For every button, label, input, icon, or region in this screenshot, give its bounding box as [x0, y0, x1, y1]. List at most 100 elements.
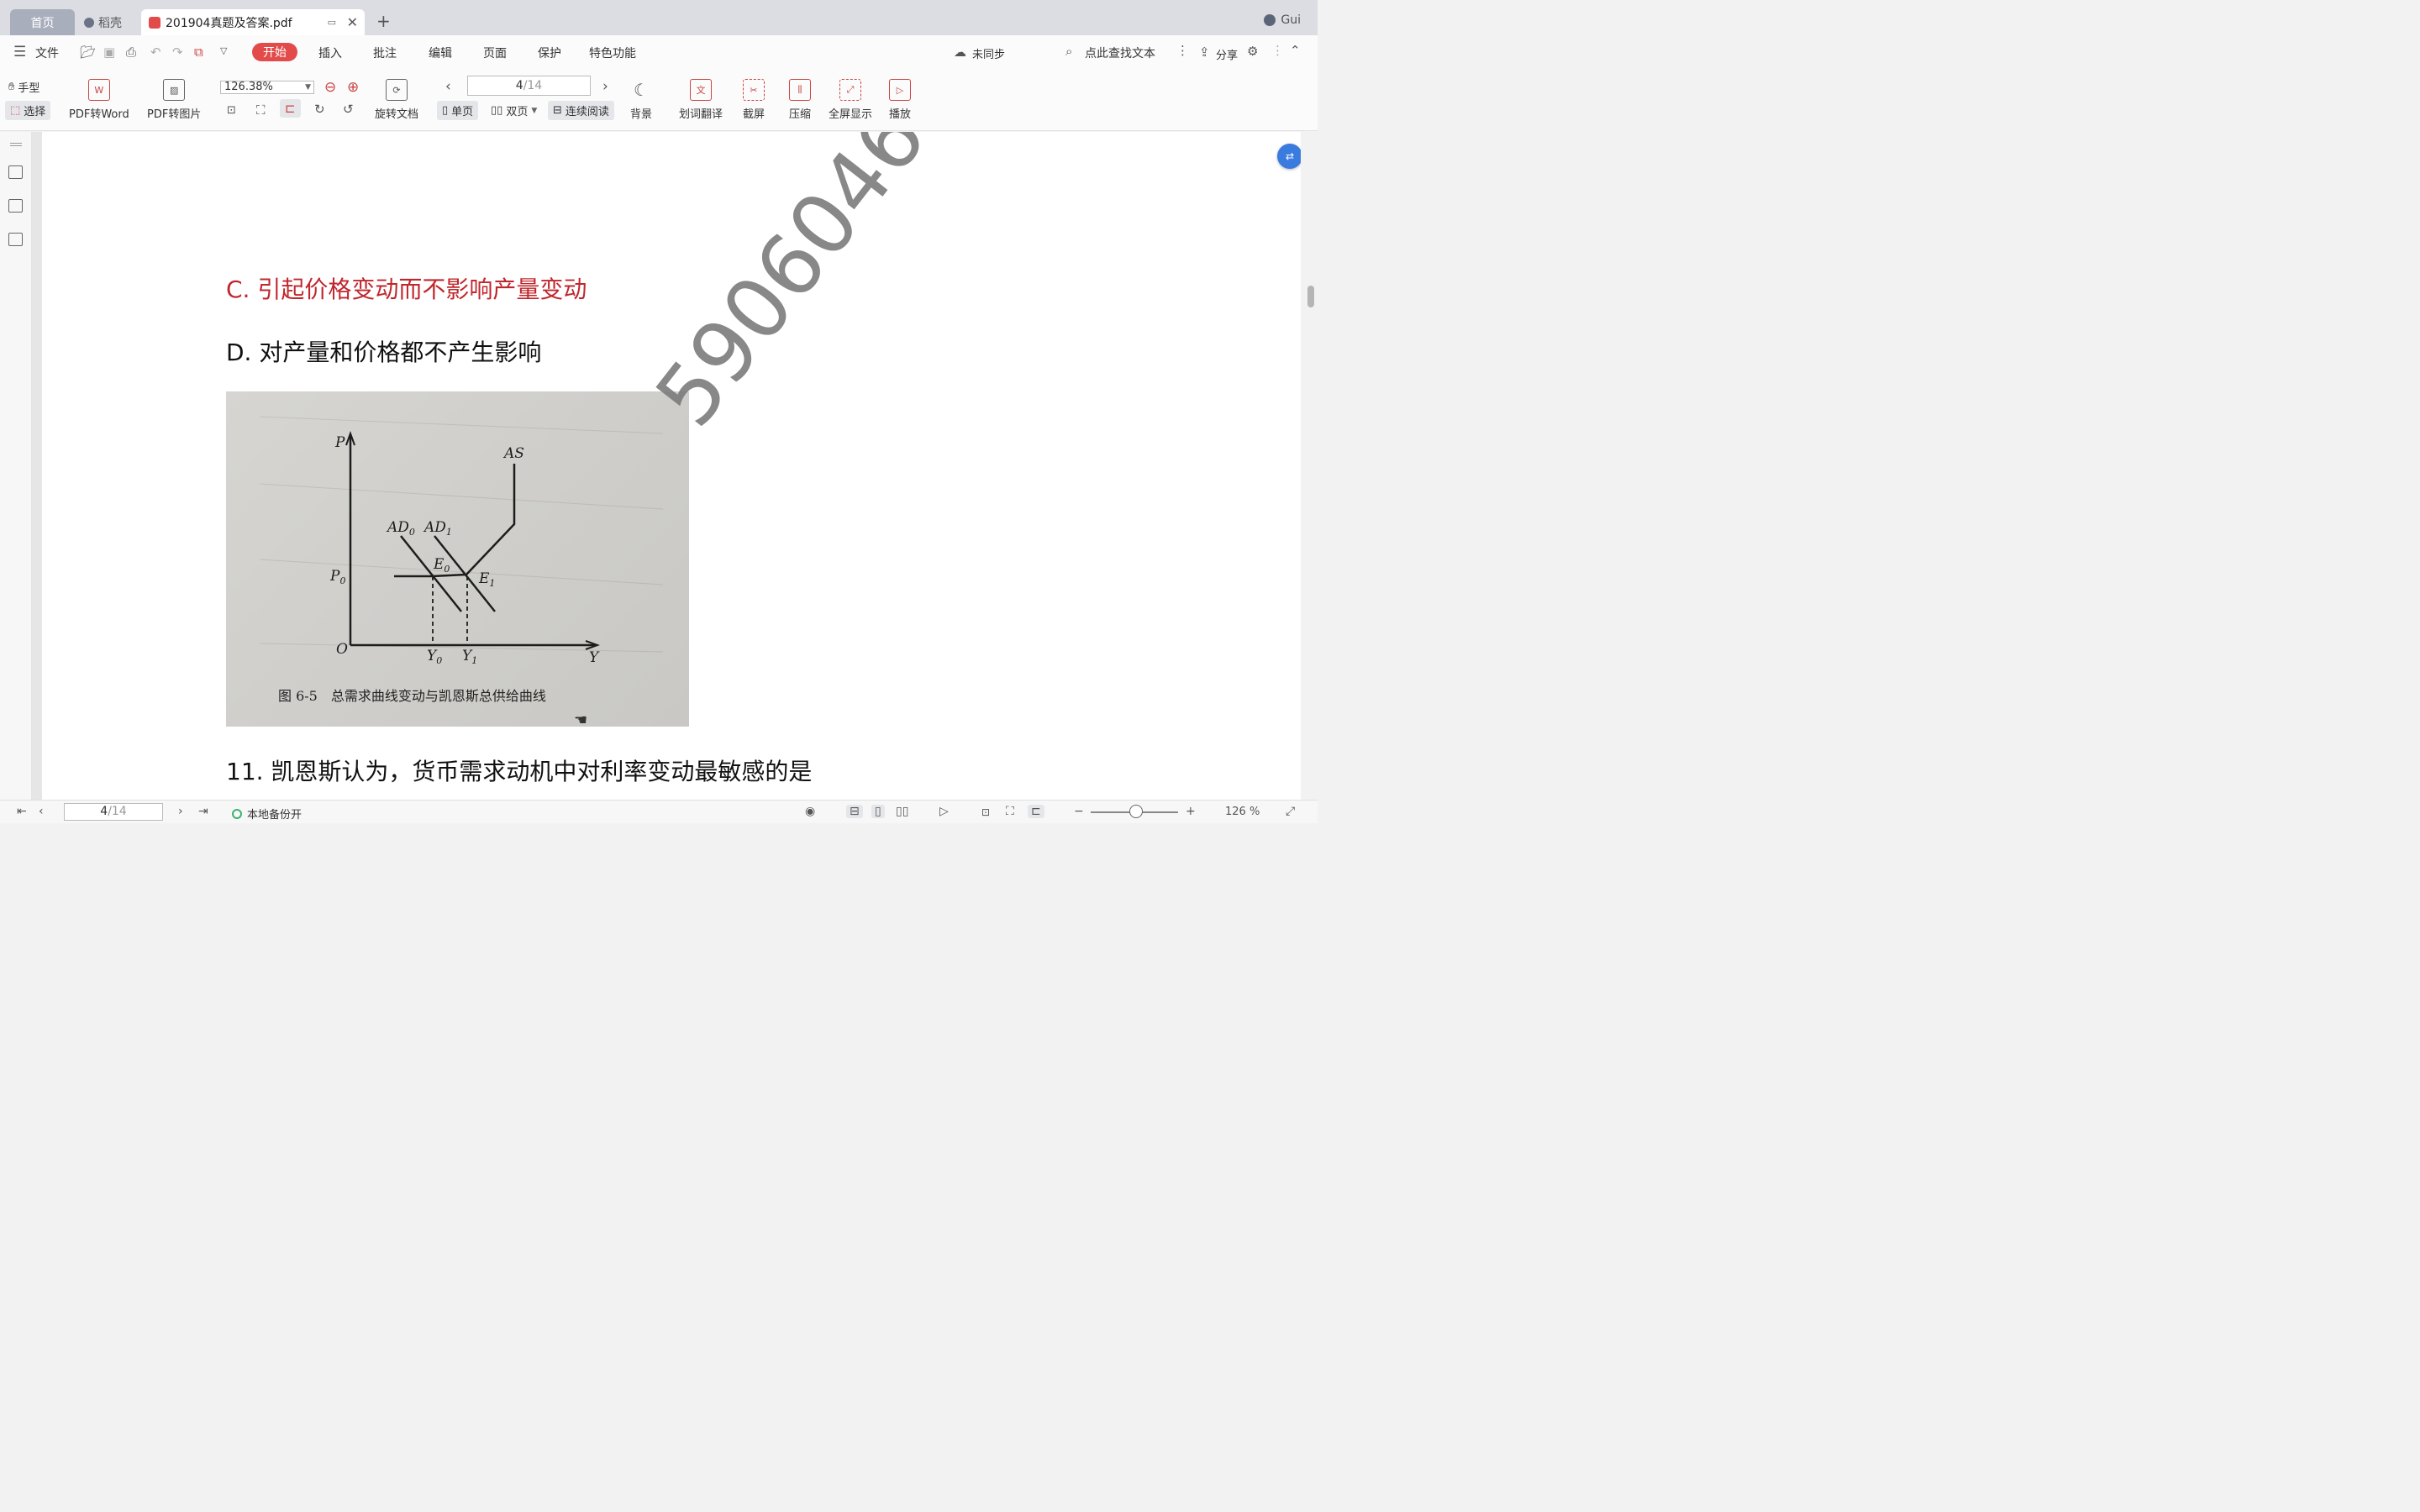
pdf-to-image-label: PDF转图片	[147, 108, 202, 121]
play-status-icon[interactable]: ▷	[939, 805, 949, 818]
zoom-dropdown-icon: ▼	[305, 83, 311, 92]
pdf-to-image-button[interactable]: ▨ PDF转图片	[147, 79, 201, 121]
page-number-input[interactable]: 4/14	[467, 76, 591, 96]
zoom-slider-knob[interactable]	[1129, 805, 1143, 818]
zoom-out-status-icon[interactable]: −	[1074, 805, 1084, 818]
compress-button[interactable]: ⫼ 压缩	[789, 79, 811, 121]
tab-home[interactable]: 首页	[10, 9, 75, 35]
menu-start[interactable]: 开始	[252, 43, 297, 61]
continuous-reading-button[interactable]: ⊟ 连续阅读	[548, 101, 614, 120]
undo-icon[interactable]: ↶	[150, 45, 161, 60]
sidebar-grip-icon[interactable]	[10, 143, 22, 146]
fit-width-status-icon[interactable]: ⊏	[1028, 805, 1044, 818]
zoom-out-icon[interactable]: ⊖	[324, 79, 336, 96]
open-folder-icon[interactable]: 📂︎	[80, 45, 96, 60]
zoom-select[interactable]: 126.38% ▼	[220, 81, 314, 94]
next-page-icon[interactable]: ›	[602, 78, 608, 95]
user-name: Gui	[1281, 13, 1301, 27]
outline-icon[interactable]	[8, 165, 23, 179]
daoke-icon	[84, 17, 94, 28]
background-button[interactable]: ☾ 背景	[630, 79, 652, 121]
tab-daoke[interactable]: 稻壳	[77, 9, 139, 35]
single-view-icon[interactable]: ▯	[871, 805, 885, 818]
zoom-in-icon[interactable]: ⊕	[347, 79, 359, 96]
word-translate-button[interactable]: 文 划词翻译	[679, 79, 723, 121]
document-viewer[interactable]: C. 引起价格变动而不影响产量变动 D. 对产量和价格都不产生影响 P Y O …	[32, 132, 1301, 800]
menu-file[interactable]: 文件	[35, 45, 59, 61]
annotations-icon[interactable]	[8, 233, 23, 246]
save-icon[interactable]: ▣	[103, 45, 115, 60]
rotate-right-icon[interactable]: ↻	[314, 102, 325, 117]
select-tool-button[interactable]: ⬚ 选择	[5, 101, 51, 120]
new-tab-button[interactable]: +	[376, 11, 391, 31]
actual-size-icon[interactable]: ⊡	[227, 104, 236, 117]
first-page-icon[interactable]: ⇤	[17, 805, 27, 818]
vertical-scrollbar[interactable]	[1301, 132, 1318, 800]
menu-features[interactable]: 特色功能	[589, 45, 636, 61]
more-vertical-icon[interactable]: ⋮	[1176, 43, 1189, 58]
compress-icon: ⫼	[789, 79, 811, 101]
cloud-sync-icon[interactable]: ☁	[954, 45, 966, 60]
double-page-button[interactable]: ▯▯ 双页 ▼	[491, 102, 537, 118]
search-icon[interactable]: ⌕	[1065, 44, 1072, 59]
local-backup-toggle[interactable]: 本地备份开	[232, 806, 302, 822]
user-account[interactable]: Gui	[1264, 13, 1301, 27]
chart-labels: P Y O AS AD0 AD1 P0 E0 E1 Y0 Y1	[329, 434, 600, 666]
menu-annotate[interactable]: 批注	[373, 45, 397, 61]
left-sidebar	[0, 132, 32, 800]
status-page-total: /14	[108, 805, 127, 818]
close-tab-icon[interactable]: ✕	[347, 14, 358, 30]
prev-page-icon[interactable]: ‹	[39, 805, 44, 818]
single-page-button[interactable]: ▯ 单页	[437, 101, 479, 120]
settings-gear-icon[interactable]: ⚙	[1247, 44, 1258, 59]
scrollbar-thumb[interactable]	[1307, 286, 1314, 307]
play-button[interactable]: ▷ 播放	[889, 79, 911, 121]
fullscreen-button[interactable]: ⤢ 全屏显示	[829, 79, 872, 121]
redo-icon[interactable]: ↷	[172, 45, 183, 60]
share-button[interactable]: 分享	[1216, 46, 1238, 62]
menu-page[interactable]: 页面	[483, 45, 507, 61]
fit-page-status-icon[interactable]: ⛶	[1006, 805, 1014, 818]
last-page-icon[interactable]: ⇥	[198, 805, 208, 818]
pdf-to-word-button[interactable]: W PDF转Word	[69, 79, 129, 121]
eye-protection-icon[interactable]: ◉	[805, 805, 815, 818]
collapse-ribbon-icon[interactable]: ⌃	[1290, 43, 1301, 58]
rotate-left-icon[interactable]: ↺	[343, 102, 354, 117]
rotate-document-label: 旋转文档	[375, 108, 419, 121]
fit-page-icon[interactable]: ⛶	[256, 102, 266, 118]
label-y1: Y1	[462, 648, 477, 666]
zoom-percentage[interactable]: 126 %	[1225, 806, 1260, 818]
fit-width-icon[interactable]: ⊏	[280, 99, 301, 118]
translate-icon: 文	[690, 79, 712, 101]
next-page-status-icon[interactable]: ›	[178, 805, 183, 818]
screenshot-button[interactable]: ✂ 截屏	[743, 79, 765, 121]
menu-protect[interactable]: 保护	[538, 45, 561, 61]
monitor-icon[interactable]: ▭	[328, 17, 336, 28]
play-label: 播放	[889, 108, 912, 121]
backup-status-icon	[232, 808, 242, 819]
chart-axis-arrows	[345, 431, 600, 650]
fullscreen-status-icon[interactable]: ⤢	[1286, 805, 1295, 818]
find-text-button[interactable]: 点此查找文本	[1085, 45, 1155, 61]
scissors-icon: ✂	[743, 79, 765, 101]
floating-convert-button[interactable]: ⇄	[1277, 144, 1302, 169]
previous-page-icon[interactable]: ‹	[445, 78, 451, 95]
menu-insert[interactable]: 插入	[318, 45, 342, 61]
more-options-icon[interactable]: ⋮	[1271, 43, 1284, 58]
export-icon[interactable]: ⧉	[194, 45, 203, 60]
sync-status[interactable]: 未同步	[972, 45, 1005, 61]
double-view-icon[interactable]: ▯▯	[896, 805, 908, 818]
rotate-document-button[interactable]: ⟳ 旋转文档	[375, 79, 418, 121]
zoom-in-status-icon[interactable]: +	[1186, 805, 1196, 818]
menu-edit[interactable]: 编辑	[429, 45, 452, 61]
actual-size-status-icon[interactable]: ⊡	[981, 806, 990, 818]
share-icon[interactable]: ⇪	[1199, 45, 1210, 60]
status-page-input[interactable]: 4/14	[64, 803, 163, 821]
tab-document[interactable]: 201904真题及答案.pdf ▭ ✕	[141, 9, 365, 35]
thumbnail-icon[interactable]	[8, 199, 23, 213]
hand-tool-button[interactable]: ✋︎ 手型	[8, 79, 39, 95]
print-icon[interactable]: ⎙	[126, 45, 136, 60]
hamburger-menu-icon[interactable]: ☰	[13, 44, 26, 60]
continuous-view-icon[interactable]: ⊟	[846, 805, 863, 818]
quick-access-dropdown-icon[interactable]: ▽	[220, 45, 227, 56]
